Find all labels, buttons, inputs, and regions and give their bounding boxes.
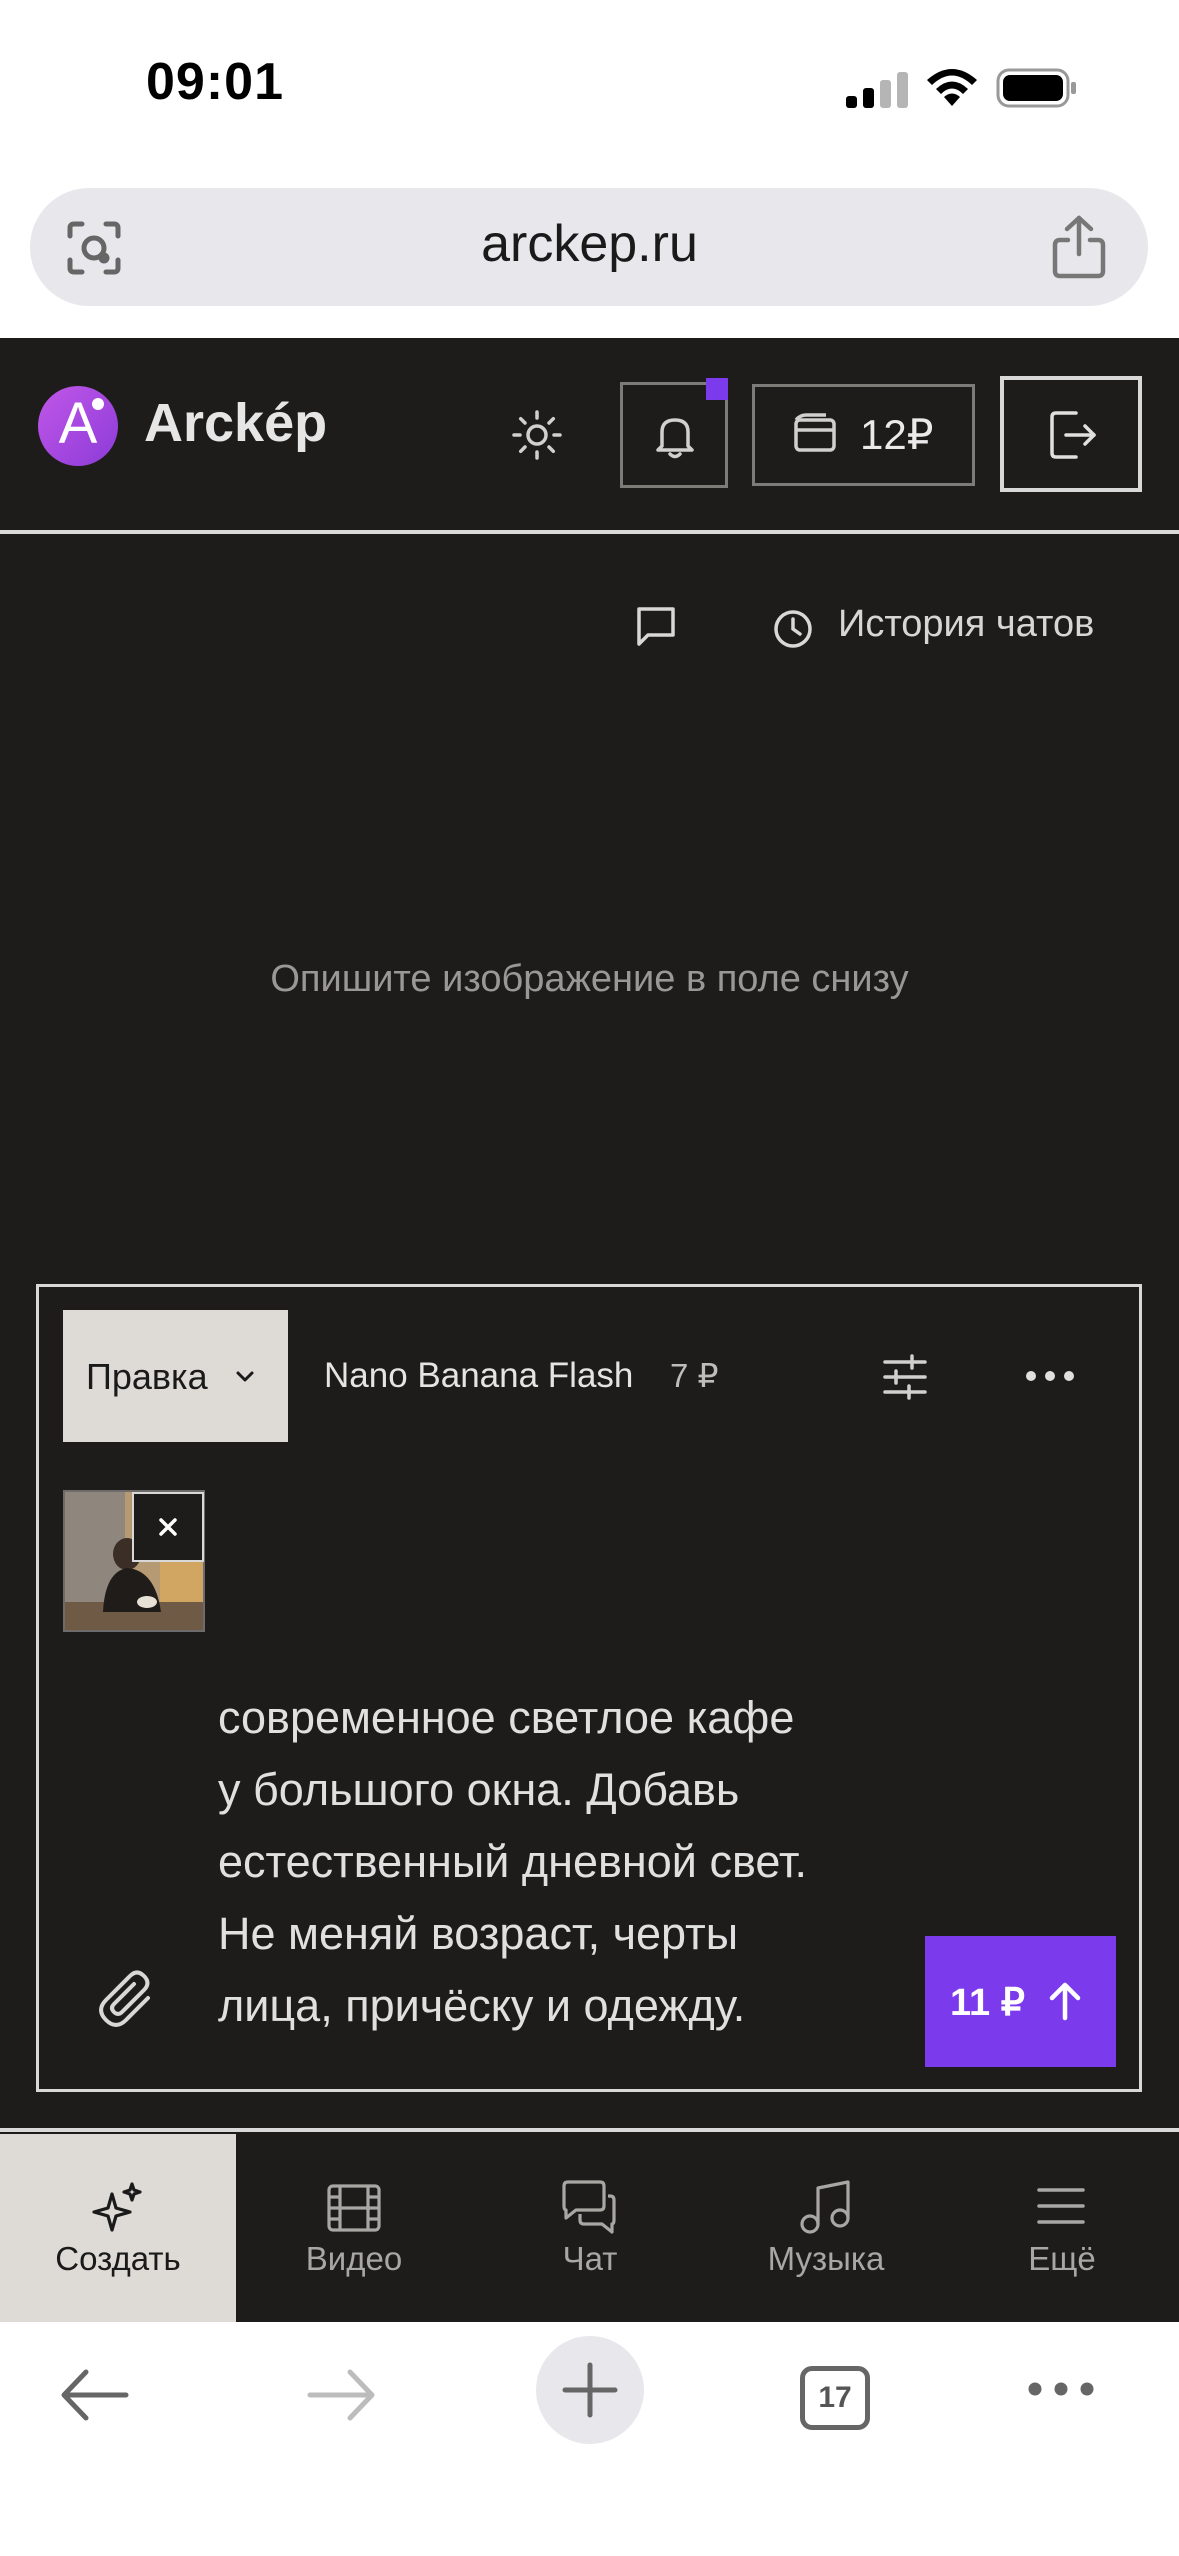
bell-icon xyxy=(652,412,698,460)
forward-arrow-icon[interactable] xyxy=(306,2366,378,2424)
nav-item-label: Чат xyxy=(562,2240,618,2277)
model-price: 7 ₽ xyxy=(670,1357,719,1394)
arrow-up-icon xyxy=(1044,1980,1086,2022)
chevron-down-icon xyxy=(232,1364,258,1390)
nav-item-label: Ещё xyxy=(1028,2240,1096,2277)
nav-item-label: Музыка xyxy=(767,2240,885,2277)
prompt-line: у большого окна. Добавь xyxy=(218,1764,740,1815)
logo-dot xyxy=(92,398,104,410)
remove-attachment-button[interactable] xyxy=(132,1492,204,1562)
new-chat-icon[interactable] xyxy=(634,604,678,648)
logout-icon xyxy=(1046,408,1100,462)
theme-toggle-sun-icon[interactable] xyxy=(510,408,564,462)
nav-divider xyxy=(0,2128,1179,2132)
prompt-line: Не меняй возраст, черты xyxy=(218,1908,739,1959)
nav-item-label: Видео xyxy=(305,2240,403,2277)
attach-paperclip-icon[interactable] xyxy=(98,1970,160,2032)
tabs-button[interactable]: 17 xyxy=(800,2366,870,2430)
logo-letter: A xyxy=(58,391,98,456)
browser-menu-icon[interactable] xyxy=(1026,2380,1096,2398)
header-divider xyxy=(0,530,1179,534)
nav-item-label: Создать xyxy=(55,2240,181,2277)
plus-icon xyxy=(561,2361,619,2419)
status-time: 09:01 xyxy=(146,53,284,111)
chat-bubbles-icon xyxy=(560,2180,618,2236)
prompt-line: естественный дневной свет. xyxy=(218,1836,807,1887)
prompt-line: лица, причёску и одежду. xyxy=(218,1980,746,2031)
send-price: 11 ₽ xyxy=(950,1982,1025,2024)
prompt-line: современное светлое кафе xyxy=(218,1692,795,1743)
wifi-icon xyxy=(924,68,980,108)
battery-icon xyxy=(996,68,1080,108)
prompt-textarea[interactable]: современное светлое кафе у большого окна… xyxy=(218,1682,918,2042)
mode-dropdown-label: Правка xyxy=(86,1356,208,1397)
notification-badge xyxy=(706,378,728,400)
settings-sliders-icon[interactable] xyxy=(882,1354,928,1400)
nav-item-more[interactable] xyxy=(944,2134,1179,2322)
film-icon xyxy=(326,2182,382,2234)
empty-state-hint: Опишите изображение в поле снизу xyxy=(270,958,909,1000)
url-text[interactable]: arckep.ru xyxy=(0,214,1179,274)
brand-name[interactable]: Arckép xyxy=(144,392,327,454)
back-arrow-icon[interactable] xyxy=(58,2366,130,2424)
wallet-icon xyxy=(792,412,838,456)
history-clock-icon[interactable] xyxy=(772,608,814,650)
chat-history-link[interactable]: История чатов xyxy=(838,603,1094,646)
more-options-icon[interactable] xyxy=(1024,1368,1076,1384)
cellular-signal-icon xyxy=(846,70,910,108)
menu-icon xyxy=(1036,2184,1086,2228)
share-icon[interactable] xyxy=(1050,214,1108,280)
sparkles-icon xyxy=(90,2180,146,2236)
model-selector[interactable]: Nano Banana Flash xyxy=(324,1356,633,1396)
music-note-icon xyxy=(798,2180,852,2236)
balance-amount: 12₽ xyxy=(860,411,934,458)
